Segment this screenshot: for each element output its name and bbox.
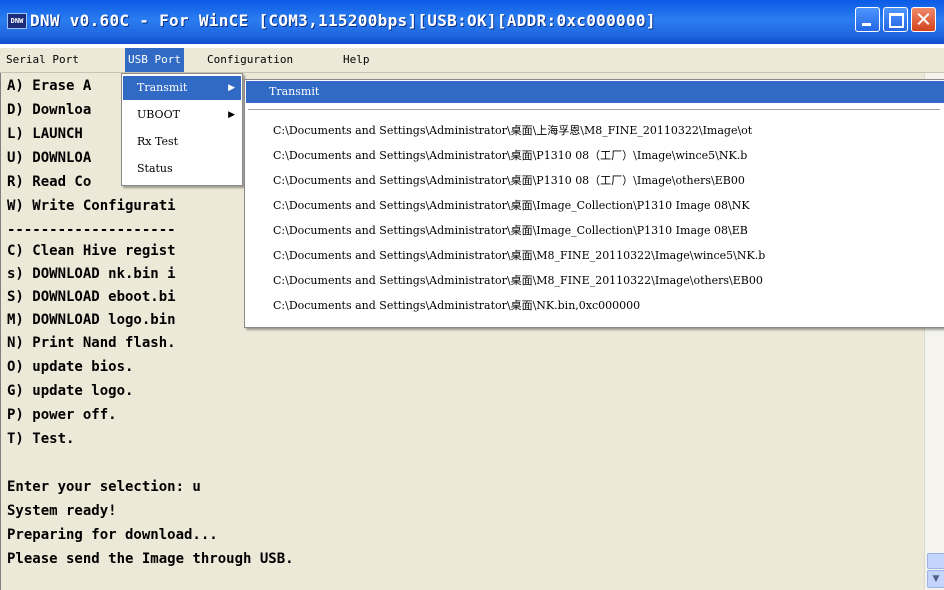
- console-line: O) update bios.: [7, 359, 134, 375]
- console-line: R) Read Co: [7, 174, 92, 190]
- menu-item-rx-test[interactable]: Rx Test: [123, 130, 241, 154]
- chevron-down-icon: ▼: [932, 574, 940, 584]
- console-line: Enter your selection: u: [7, 479, 201, 495]
- app-icon[interactable]: DNW: [7, 13, 27, 29]
- console-line: T) Test.: [7, 431, 75, 447]
- usb-port-menu: Transmit ▶ UBOOT ▶ Rx Test Status: [121, 73, 243, 186]
- console-line: U) DOWNLOA: [7, 150, 92, 166]
- scroll-down-button[interactable]: ▼: [927, 570, 944, 588]
- console-line: N) Print Nand flash.: [7, 335, 176, 351]
- console-line: --------------------: [7, 222, 176, 238]
- title-bar[interactable]: DNW DNW v0.60C - For WinCE [COM3,115200b…: [0, 0, 944, 44]
- console-line: W) Write Configurati: [7, 198, 176, 214]
- menu-item-transmit-file[interactable]: Transmit: [246, 81, 944, 103]
- recent-file-item[interactable]: C:\Documents and Settings\Administrator\…: [273, 246, 765, 266]
- menu-item-uboot[interactable]: UBOOT ▶: [123, 103, 241, 127]
- console-line: P) power off.: [7, 407, 117, 423]
- window-title: DNW v0.60C - For WinCE [COM3,115200bps][…: [30, 11, 656, 30]
- minimize-icon: [856, 8, 879, 31]
- menu-item-label: UBOOT: [137, 108, 180, 121]
- maximize-icon: [884, 8, 907, 31]
- recent-file-item[interactable]: C:\Documents and Settings\Administrator\…: [273, 121, 752, 141]
- menu-item-transmit[interactable]: Transmit ▶: [123, 76, 241, 100]
- console-line: System ready!: [7, 503, 117, 519]
- menu-bar: Serial Port USB Port Configuration Help: [0, 48, 944, 73]
- console-line: s) DOWNLOAD nk.bin i: [7, 266, 176, 282]
- submenu-arrow-icon: ▶: [228, 110, 235, 120]
- console-line: G) update logo.: [7, 383, 134, 399]
- menu-configuration[interactable]: Configuration: [204, 48, 296, 72]
- console-line: S) DOWNLOAD eboot.bi: [7, 289, 176, 305]
- recent-file-item[interactable]: C:\Documents and Settings\Administrator\…: [273, 296, 640, 316]
- console-line: C) Clean Hive regist: [7, 243, 176, 259]
- console-line: Please send the Image through USB.: [7, 551, 294, 567]
- dnw-window: DNW DNW v0.60C - For WinCE [COM3,115200b…: [0, 0, 944, 590]
- console-line: D) Downloa: [7, 102, 92, 118]
- minimize-button[interactable]: [855, 7, 880, 32]
- menu-item-label: Rx Test: [137, 135, 179, 148]
- console-line: A) Erase A: [7, 78, 92, 94]
- submenu-arrow-icon: ▶: [228, 83, 235, 93]
- maximize-button[interactable]: [883, 7, 908, 32]
- recent-file-item[interactable]: C:\Documents and Settings\Administrator\…: [273, 171, 745, 191]
- menu-item-label: Transmit: [137, 81, 188, 94]
- menu-item-label: Transmit: [269, 85, 320, 98]
- recent-file-item[interactable]: C:\Documents and Settings\Administrator\…: [273, 196, 750, 216]
- menu-item-status[interactable]: Status: [123, 157, 241, 181]
- menu-item-label: Status: [137, 162, 173, 175]
- close-button[interactable]: [911, 7, 936, 32]
- recent-file-item[interactable]: C:\Documents and Settings\Administrator\…: [273, 271, 763, 291]
- recent-file-item[interactable]: C:\Documents and Settings\Administrator\…: [273, 221, 748, 241]
- console-line: L) LAUNCH: [7, 126, 83, 142]
- console-line: M) DOWNLOAD logo.bin: [7, 312, 176, 328]
- menu-usb-port[interactable]: USB Port: [125, 48, 184, 72]
- close-icon: [912, 8, 935, 31]
- menu-help[interactable]: Help: [340, 48, 373, 72]
- recent-file-item[interactable]: C:\Documents and Settings\Administrator\…: [273, 146, 747, 166]
- scrollbar-thumb[interactable]: [927, 553, 944, 569]
- transmit-submenu: Transmit C:\Documents and Settings\Admin…: [244, 79, 944, 328]
- console-line: Preparing for download...: [7, 527, 218, 543]
- menu-serial-port[interactable]: Serial Port: [3, 48, 82, 72]
- menu-separator: [248, 109, 940, 111]
